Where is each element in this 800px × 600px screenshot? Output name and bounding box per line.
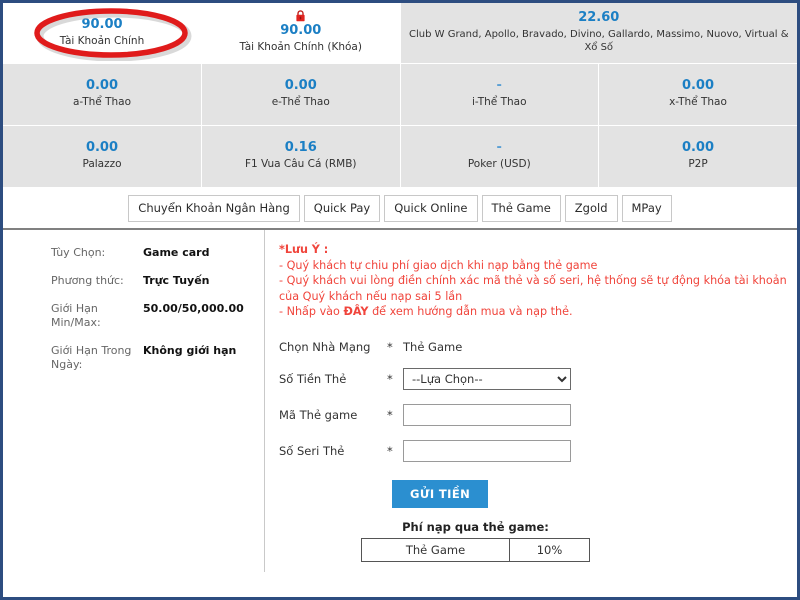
balance-amount: - [496,78,502,93]
lock-icon [296,10,305,22]
info-value-daily-limit: Không giới hạn [143,344,237,357]
note-line-1: - Quý khách tự chiu phí giao dịch khi nạ… [279,258,598,272]
fee-title: Phí nạp qua thẻ game: [402,520,549,534]
form-row-amount: Số Tiền Thẻ * --Lựa Chọn-- [279,367,571,404]
balance-label: a-Thể Thao [72,96,132,108]
label-card-serial: Số Seri Thẻ [279,443,345,458]
info-value-option: Game card [143,246,210,259]
form-row-card-code: Mã Thẻ game * [279,403,571,440]
balance-amount: - [496,140,502,155]
info-label-daily-limit: Giới Hạn Trong Ngày: [51,344,132,371]
value-provider: Thẻ Game [403,339,463,354]
payment-method-tabs: Chuyển Khoản Ngân Hàng Quick Pay Quick O… [3,188,797,230]
fee-row: Thẻ Game 10% [361,538,590,562]
form-row-provider: Chọn Nhà Mạng * Thẻ Game [279,340,571,368]
tab-quick-online[interactable]: Quick Online [384,195,478,222]
balance-label: Poker (USD) [467,158,531,170]
balance-row-games: 0.00 Palazzo 0.16 F1 Vua Câu Cá (RMB) - … [3,125,797,188]
info-row-daily-limit: Giới Hạn Trong Ngày: Không giới hạn [51,344,244,386]
balance-row-sports: 0.00 a-Thể Thao 0.00 e-Thể Thao - i-Thể … [3,63,797,126]
balance-amount: 0.00 [681,78,715,93]
balance-amount: 0.00 [85,140,119,155]
note-line-3-pre: - Nhấp vào [279,305,344,318]
balance-cell-club[interactable]: 22.60 Club W Grand, Apollo, Bravado, Div… [399,3,797,64]
balance-amount: 0.16 [284,140,317,155]
note-line-2a: - Quý khách vui lòng điền chính xác mã t… [279,274,787,287]
required-asterisk-code: * [387,407,393,422]
balance-label: x-Thể Thao [669,96,727,108]
fee-info-block: Phí nạp qua thẻ game: Thẻ Game 10% [361,520,590,562]
page-root: 90.00 Tài Khoản Chính 90.00 Tài Khoản Ch… [0,0,800,600]
info-value-method: Trực Tuyến [143,274,210,287]
deposit-info-panel: Tùy Chọn: Game card Phương thức: Trực Tu… [3,228,265,572]
balance-label: Club W Grand, Apollo, Bravado, Divino, G… [409,29,789,53]
tab-chuyen-khoan-ngan-hang[interactable]: Chuyển Khoản Ngân Hàng [128,195,300,222]
balance-amount: 0.00 [85,78,119,93]
warning-note: *Lưu Ý : - Quý khách tự chiu phí giao dị… [279,242,789,320]
deposit-form: Chọn Nhà Mạng * Thẻ Game Số Tiền Thẻ * -… [279,340,571,476]
balance-label: Tài Khoản Chính [59,34,145,47]
deposit-form-panel: *Lưu Ý : - Quý khách tự chiu phí giao dị… [265,228,797,572]
balance-label: i-Thể Thao [471,96,527,108]
fee-name: Thẻ Game [361,538,510,562]
label-card-amount: Số Tiền Thẻ [279,371,347,386]
balance-cell-main-locked[interactable]: 90.00 Tài Khoản Chính (Khóa) [201,3,401,64]
info-label-option: Tùy Chọn: [51,246,106,259]
balance-cell-i-thethao[interactable]: - i-Thể Thao [400,63,599,126]
balance-label: F1 Vua Câu Cá (RMB) [244,158,357,170]
balance-label: P2P [688,158,708,170]
balance-label: e-Thể Thao [271,96,330,108]
balance-cell-p2p[interactable]: 0.00 P2P [598,125,797,188]
content-panels: Tùy Chọn: Game card Phương thức: Trực Tu… [3,228,797,572]
balance-amount: 90.00 [280,23,322,38]
label-provider: Chọn Nhà Mạng [279,339,371,354]
balance-cell-palazzo[interactable]: 0.00 Palazzo [3,125,202,188]
info-row-method: Phương thức: Trực Tuyến [51,274,244,302]
card-serial-input[interactable] [403,439,571,462]
balance-label: Tài Khoản Chính (Khóa) [239,41,362,53]
balance-cell-a-thethao[interactable]: 0.00 a-Thể Thao [3,63,202,126]
fee-value: 10% [509,538,590,562]
required-asterisk-provider: * [387,339,393,354]
info-label-method: Phương thức: [51,274,124,287]
required-asterisk-amount: * [387,371,393,386]
card-code-input[interactable] [403,403,571,426]
tab-the-game[interactable]: Thẻ Game [481,195,561,222]
tab-mpay[interactable]: MPay [621,195,672,222]
note-guide-link[interactable]: ĐÂY [343,305,368,318]
balance-row-primary: 90.00 Tài Khoản Chính 90.00 Tài Khoản Ch… [3,3,797,64]
info-row-option: Tùy Chọn: Game card [51,246,244,274]
balance-amount: 0.00 [284,78,317,93]
form-row-card-serial: Số Seri Thẻ * [279,439,571,476]
info-row-limit: Giới Hạn Min/Max: 50.00/50,000.00 [51,302,244,344]
balance-cell-e-thethao[interactable]: 0.00 e-Thể Thao [201,63,401,126]
balance-cell-main[interactable]: 90.00 Tài Khoản Chính [3,3,202,64]
info-label-limit: Giới Hạn Min/Max: [51,302,101,329]
submit-deposit-button[interactable]: GỬI TIỀN [392,479,489,508]
note-title: *Lưu Ý : [279,243,329,256]
required-asterisk-serial: * [387,443,393,458]
balance-label: Palazzo [82,158,122,170]
note-line-2b: của Quý khách nếu nạp sai 5 lần [279,289,463,303]
info-value-limit: 50.00/50,000.00 [143,302,244,315]
note-line-3-post: để xem hướng dẫn mua và nạp thẻ. [368,305,573,318]
fee-table: Thẻ Game 10% [361,538,590,562]
card-amount-select[interactable]: --Lựa Chọn-- [403,367,571,390]
balance-amount: 90.00 [81,16,123,32]
balance-cell-poker[interactable]: - Poker (USD) [400,125,599,188]
balance-grid: 90.00 Tài Khoản Chính 90.00 Tài Khoản Ch… [3,3,797,188]
balance-amount: 0.00 [681,140,715,155]
balance-cell-x-thethao[interactable]: 0.00 x-Thể Thao [598,63,797,126]
label-card-code: Mã Thẻ game [279,407,358,422]
deposit-info-table: Tùy Chọn: Game card Phương thức: Trực Tu… [51,246,244,386]
balance-cell-f1-caca[interactable]: 0.16 F1 Vua Câu Cá (RMB) [201,125,401,188]
balance-amount: 22.60 [578,10,620,25]
tab-zgold[interactable]: Zgold [564,195,618,222]
tab-quick-pay[interactable]: Quick Pay [303,195,381,222]
